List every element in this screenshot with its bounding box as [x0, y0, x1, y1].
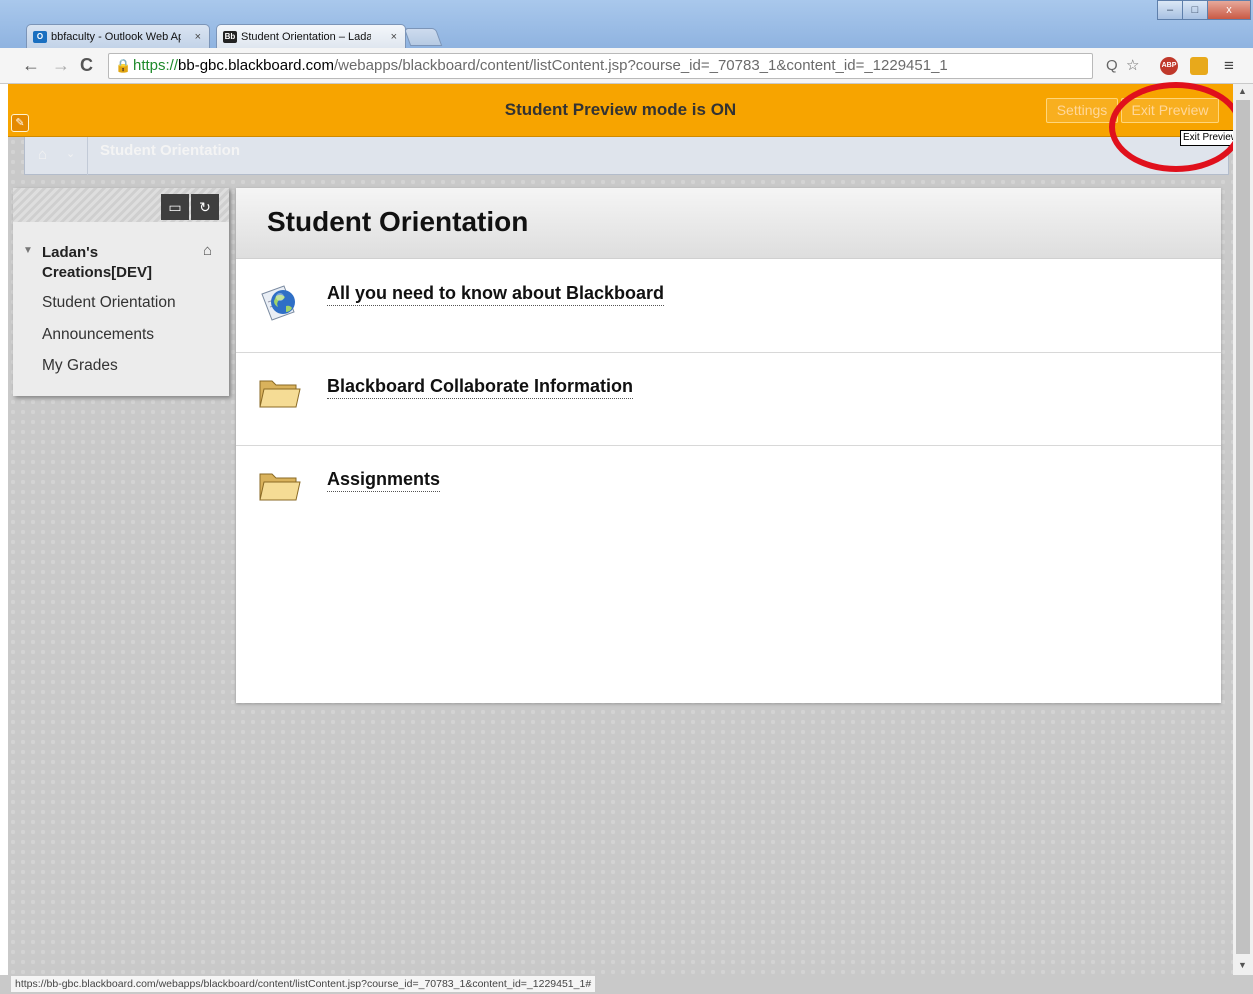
blackboard-favicon-icon: Bb — [223, 30, 237, 43]
url-path: /webapps/blackboard/content/listContent.… — [333, 57, 948, 74]
content-panel: Student Orientation All you need to know… — [236, 188, 1221, 703]
browser-titlebar: O bbfaculty - Outlook Web App × Bb Stude… — [0, 0, 1253, 48]
vertical-scrollbar[interactable]: ▲ ▼ — [1233, 84, 1253, 975]
content-item-link[interactable]: Blackboard Collaborate Information — [327, 376, 634, 399]
maximize-button[interactable]: □ — [1182, 0, 1208, 20]
content-item: Blackboard Collaborate Information — [236, 353, 1221, 446]
menu-item-announcements[interactable]: Announcements — [42, 326, 154, 344]
tab-close-icon[interactable]: × — [391, 31, 397, 43]
address-bar[interactable]: 🔒 https://bb-gbc.blackboard.com/webapps/b… — [108, 53, 1093, 79]
search-icon[interactable]: Q — [1106, 57, 1118, 75]
tab-outlook[interactable]: O bbfaculty - Outlook Web App × — [26, 24, 210, 48]
page-title: Student Orientation — [267, 206, 529, 237]
collapse-triangle-icon[interactable]: ▼ — [23, 245, 33, 256]
scroll-down-icon[interactable]: ▼ — [1238, 960, 1247, 970]
globe-document-icon — [261, 285, 295, 321]
tab-label: Student Orientation – Ladan's — [241, 30, 371, 43]
course-name[interactable]: Ladan's Creations[DEV] — [42, 243, 192, 283]
extension-icon[interactable] — [1190, 57, 1208, 75]
menu-item-my-grades[interactable]: My Grades — [42, 357, 118, 375]
breadcrumb-current: Student Orientation — [100, 142, 240, 159]
folder-icon — [259, 380, 301, 408]
bookmark-star-icon[interactable]: ☆ — [1126, 57, 1139, 75]
course-menu: ▭ ↻ ▼ Ladan's Creations[DEV] ⌂ Student O… — [13, 188, 229, 396]
folder-icon — [259, 473, 301, 501]
course-home-icon[interactable]: ⌂ — [203, 242, 212, 259]
forward-button[interactable]: → — [52, 55, 70, 75]
outlook-favicon-icon: O — [33, 30, 47, 43]
tab-student-orientation[interactable]: Bb Student Orientation – Ladan's × — [216, 24, 406, 48]
content-item: Assignments — [236, 446, 1221, 539]
close-window-button[interactable]: x — [1207, 0, 1251, 20]
content-item-link[interactable]: All you need to know about Blackboard — [327, 283, 665, 306]
scroll-up-icon[interactable]: ▲ — [1238, 86, 1247, 96]
menu-item-student-orientation[interactable]: Student Orientation — [42, 294, 176, 312]
url-scheme: https:// — [133, 57, 179, 74]
lock-icon: 🔒 — [115, 58, 132, 73]
browser-toolbar: ← → C 🔒 https://bb-gbc.blackboard.com/web… — [0, 48, 1253, 84]
content-item-link[interactable]: Assignments — [327, 469, 441, 492]
refresh-icon[interactable]: ↻ — [191, 194, 219, 220]
breadcrumb-separator — [87, 137, 88, 175]
folder-view-icon[interactable]: ▭ — [161, 194, 189, 220]
status-url: https://bb-gbc.blackboard.com/webapps/bl… — [10, 975, 597, 993]
menu-icon[interactable]: ≡ — [1224, 57, 1234, 75]
tab-label: bbfaculty - Outlook Web App — [51, 30, 181, 43]
content-item: All you need to know about Blackboard — [236, 260, 1221, 353]
content-header: Student Orientation — [236, 188, 1221, 259]
new-tab-button[interactable] — [403, 28, 443, 46]
preview-settings-button[interactable]: Settings — [1046, 98, 1118, 123]
tab-close-icon[interactable]: × — [195, 31, 201, 43]
course-menu-toolbar: ▭ ↻ — [13, 188, 229, 222]
breadcrumb: ⌂ ⌄ Student Orientation — [24, 137, 1229, 175]
red-highlight-circle — [1109, 82, 1243, 172]
student-preview-bar: ✎ Student Preview mode is ON Settings Ex… — [8, 84, 1233, 137]
home-icon[interactable]: ⌂ — [38, 146, 47, 163]
minimize-button[interactable]: – — [1157, 0, 1183, 20]
scrollbar-thumb[interactable] — [1236, 100, 1250, 954]
reload-button[interactable]: C — [80, 55, 93, 75]
page-background: ⌂ ⌄ Student Orientation ▭ ↻ ▼ Ladan's Cr… — [8, 137, 1233, 975]
back-button[interactable]: ← — [22, 55, 40, 75]
adblock-icon[interactable]: ABP — [1160, 57, 1178, 75]
url-host: bb-gbc.blackboard.com — [178, 57, 334, 74]
chevron-down-icon[interactable]: ⌄ — [66, 147, 75, 160]
